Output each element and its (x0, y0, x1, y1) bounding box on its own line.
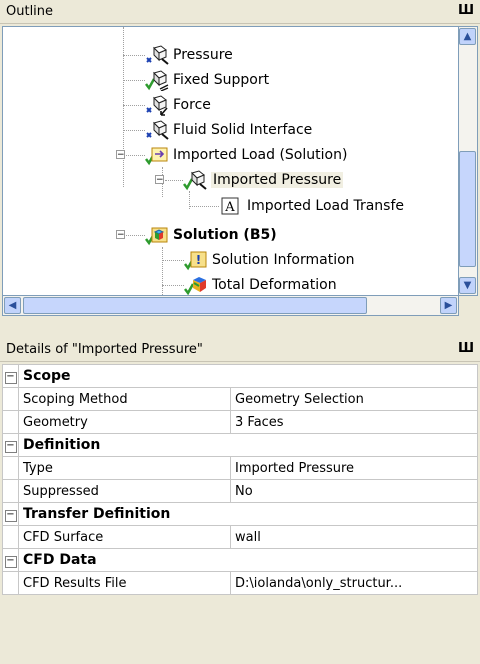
property-name: CFD Surface (18, 525, 231, 549)
tree-item-fluid-solid-interface[interactable]: Fluid Solid Interface (123, 118, 312, 142)
outline-title: Outline (6, 4, 54, 19)
property-row-geometry[interactable]: Geometry 3 Faces (2, 410, 478, 434)
pin-icon[interactable]: Ш (458, 341, 474, 356)
tree-item-pressure[interactable]: Pressure (123, 43, 233, 67)
tree-item-force[interactable]: Force (123, 93, 211, 117)
property-name: Type (18, 456, 231, 480)
text-a-icon: A (219, 195, 243, 217)
property-value[interactable]: No (230, 479, 478, 503)
property-value[interactable]: 3 Faces (230, 410, 478, 434)
scroll-thumb[interactable] (23, 297, 367, 314)
solution-icon (145, 224, 169, 246)
pin-icon[interactable]: Ш (458, 3, 474, 18)
collapse-toggle[interactable]: − (116, 230, 125, 240)
vertical-scrollbar[interactable]: ▲ ▼ (459, 26, 478, 296)
load-icon (145, 44, 169, 66)
category-row-transfer-definition[interactable]: − Transfer Definition (2, 502, 478, 526)
collapse-toggle[interactable]: − (4, 441, 17, 453)
collapse-toggle[interactable]: − (4, 556, 17, 568)
imported-load-folder-icon (145, 144, 169, 166)
property-name: Suppressed (18, 479, 231, 503)
category-label: Scope (18, 364, 478, 388)
tree-item-solution[interactable]: − Solution (B5) (116, 223, 277, 247)
property-name: CFD Results File (18, 571, 231, 595)
category-row-definition[interactable]: − Definition (2, 433, 478, 457)
total-deformation-icon (184, 274, 208, 295)
scroll-thumb[interactable] (459, 151, 476, 267)
force-icon (145, 94, 169, 116)
tree-item-fixed-support[interactable]: Fixed Support (123, 68, 269, 92)
collapse-toggle[interactable]: − (4, 372, 17, 384)
category-label: Definition (18, 433, 478, 457)
property-value[interactable]: wall (230, 525, 478, 549)
property-row-cfd-results-file[interactable]: CFD Results File D:\iolanda\only_structu… (2, 571, 478, 595)
details-title: Details of "Imported Pressure" (6, 342, 203, 357)
horizontal-scrollbar[interactable]: ◀ ▶ (2, 296, 459, 316)
property-row-cfd-surface[interactable]: CFD Surface wall (2, 525, 478, 549)
collapse-toggle[interactable]: − (4, 510, 17, 522)
imported-pressure-icon (183, 169, 207, 191)
collapse-toggle[interactable]: − (116, 150, 125, 160)
collapse-toggle[interactable]: − (155, 175, 164, 185)
tree-item-imported-pressure[interactable]: − Imported Pressure (155, 168, 344, 192)
tree-item-imported-load[interactable]: − Imported Load (Solution) (116, 143, 347, 167)
category-label: Transfer Definition (18, 502, 478, 526)
fsi-icon (145, 119, 169, 141)
category-row-cfd-data[interactable]: − CFD Data (2, 548, 478, 572)
scroll-left-icon[interactable]: ◀ (4, 297, 21, 314)
scroll-right-icon[interactable]: ▶ (440, 297, 457, 314)
scroll-up-icon[interactable]: ▲ (459, 28, 476, 45)
property-name: Geometry (18, 410, 231, 434)
tree-item-total-deformation[interactable]: Total Deformation (162, 273, 337, 295)
tree-item-solution-information[interactable]: ! Solution Information (162, 248, 355, 272)
property-name: Scoping Method (18, 387, 231, 411)
property-value[interactable]: D:\iolanda\only_structur... (230, 571, 478, 595)
property-value[interactable]: Geometry Selection (230, 387, 478, 411)
details-grid: − Scope Scoping Method Geometry Selectio… (2, 364, 478, 595)
outline-header: Outline Ш (0, 0, 480, 24)
details-header: Details of "Imported Pressure" Ш (0, 338, 480, 362)
svg-text:A: A (224, 200, 235, 215)
support-icon (145, 69, 169, 92)
property-row-scoping-method[interactable]: Scoping Method Geometry Selection (2, 387, 478, 411)
outline-tree[interactable]: Pressure Fixed Support Force Fluid Solid… (2, 26, 459, 296)
tree-item-imported-load-transfer[interactable]: A Imported Load Transfe (189, 194, 404, 218)
svg-text:!: ! (196, 253, 201, 267)
solution-information-icon: ! (184, 249, 208, 271)
property-value[interactable]: Imported Pressure (230, 456, 478, 480)
scroll-down-icon[interactable]: ▼ (459, 277, 476, 294)
property-row-type[interactable]: Type Imported Pressure (2, 456, 478, 480)
category-label: CFD Data (18, 548, 478, 572)
property-row-suppressed[interactable]: Suppressed No (2, 479, 478, 503)
category-row-scope[interactable]: − Scope (2, 364, 478, 388)
